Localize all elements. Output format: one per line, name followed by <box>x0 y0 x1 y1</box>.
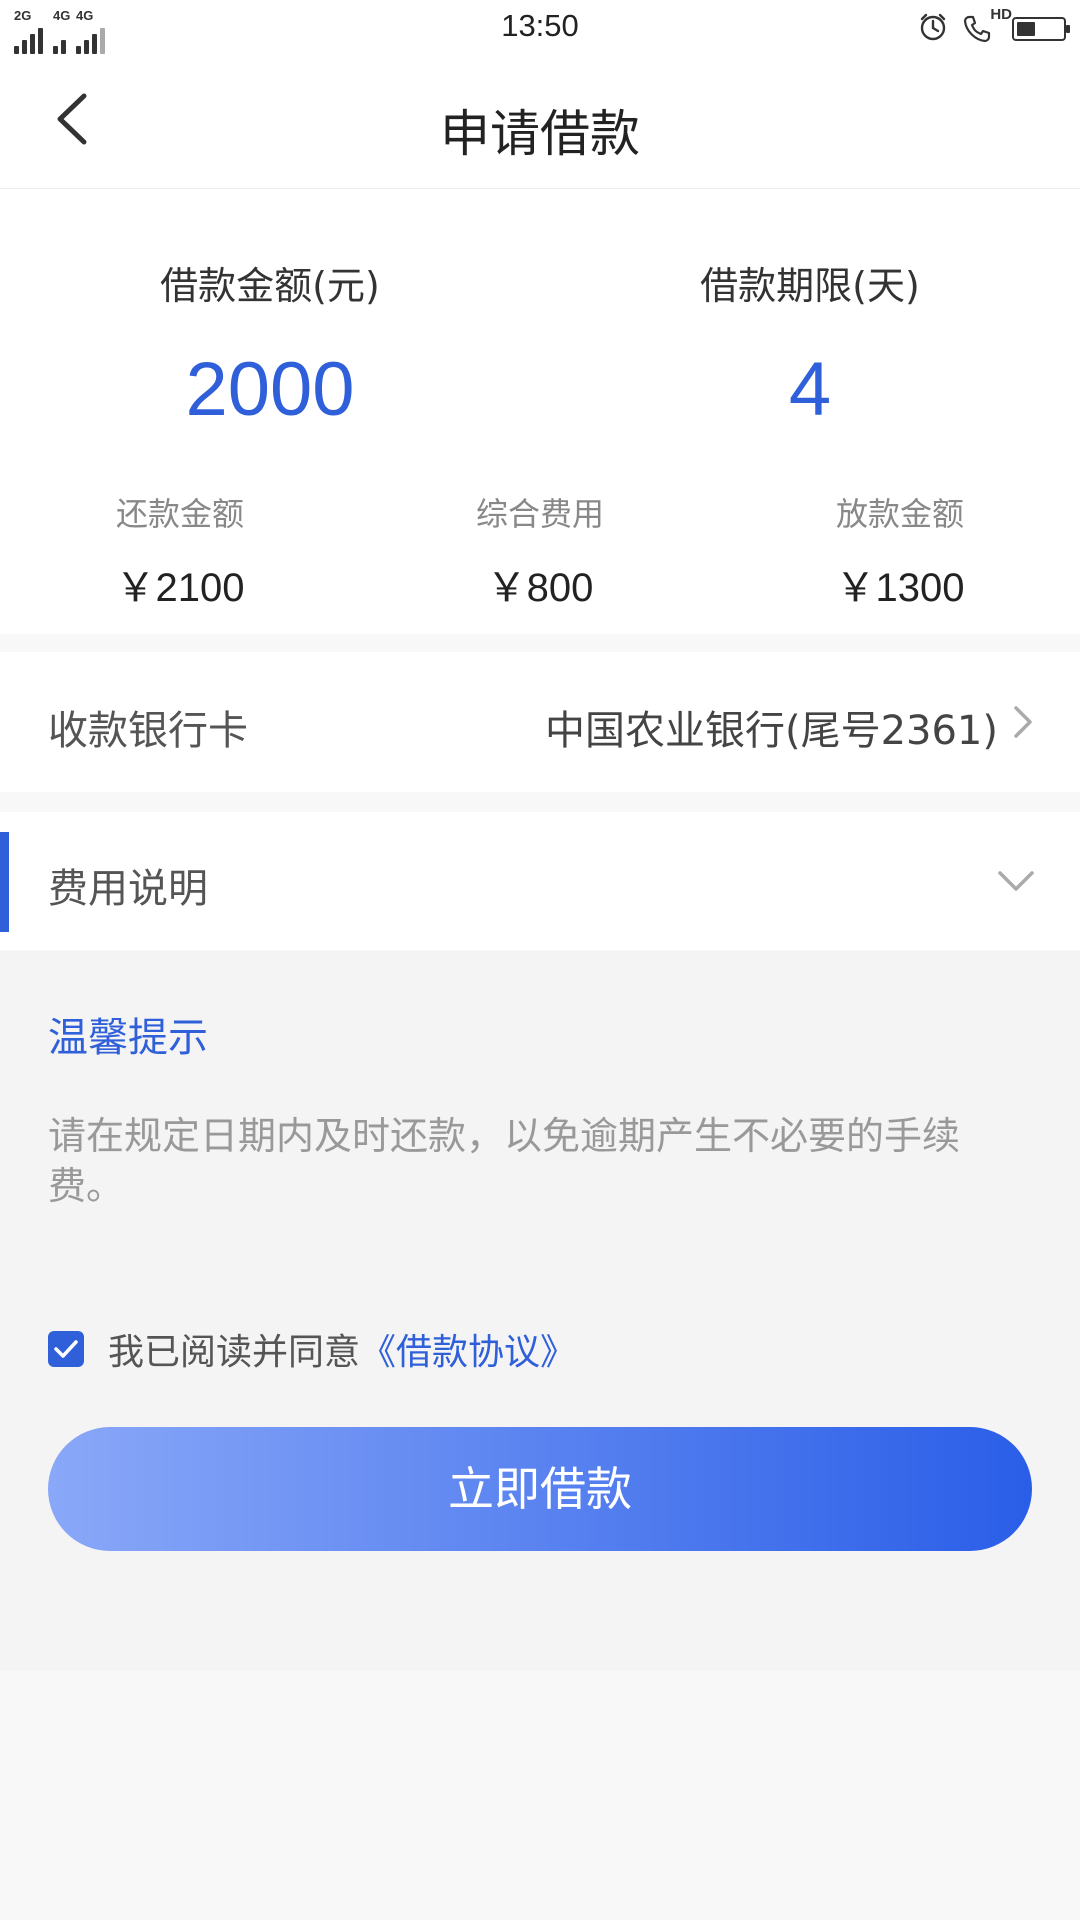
page-title: 申请借款 <box>440 105 640 163</box>
battery-icon <box>1012 17 1070 41</box>
loan-amount-label: 借款金额(元) <box>160 264 380 308</box>
repay-amount-block: 还款金额 ￥2100 <box>0 489 360 613</box>
disburse-amount-label: 放款金额 <box>835 495 964 533</box>
status-icons: HD <box>918 6 1070 46</box>
total-fee-value: ￥800 <box>486 566 594 610</box>
signal-bar-icon <box>53 46 58 54</box>
repay-amount-value: ￥2100 <box>115 566 245 610</box>
loan-term-block: 借款期限(天) 4 <box>630 255 990 433</box>
agreement-row: 我已阅读并同意 《借款协议》 <box>48 1323 576 1375</box>
hd-call-icon: HD <box>962 6 1012 44</box>
signal-bar-icon <box>14 46 19 54</box>
repay-amount-label: 还款金额 <box>115 495 244 533</box>
hd-label: HD <box>990 6 1012 23</box>
tips-section: 温馨提示 请在规定日期内及时还款，以免逾期产生不必要的手续费。 我已阅读并同意 … <box>0 951 1080 1671</box>
header: 申请借款 <box>0 56 1080 189</box>
tips-title: 温馨提示 <box>48 1015 208 1061</box>
check-icon <box>54 1340 78 1358</box>
chevron-down-icon <box>998 871 1034 891</box>
bank-card-label: 收款银行卡 <box>48 708 248 754</box>
alarm-icon <box>918 12 948 46</box>
loan-summary-card: 借款金额(元) 2000 借款期限(天) 4 还款金额 ￥2100 综合费用 ￥… <box>0 189 1080 634</box>
loan-term-label: 借款期限(天) <box>700 264 920 308</box>
bank-card-row[interactable]: 收款银行卡 中国农业银行(尾号2361) <box>0 652 1080 792</box>
bank-card-value: 中国农业银行(尾号2361) <box>544 708 998 754</box>
total-fee-block: 综合费用 ￥800 <box>360 489 720 613</box>
loan-amount-value[interactable]: 2000 <box>90 346 450 433</box>
loan-amount-block: 借款金额(元) 2000 <box>90 255 450 433</box>
accent-bar <box>0 832 9 932</box>
battery-level <box>1017 22 1035 36</box>
fee-explanation-label: 费用说明 <box>48 866 208 912</box>
loan-agreement-link[interactable]: 《借款协议》 <box>360 1323 576 1375</box>
submit-loan-button[interactable]: 立即借款 <box>48 1427 1032 1551</box>
disburse-amount-value: ￥1300 <box>835 566 965 610</box>
tips-text: 请在规定日期内及时还款，以免逾期产生不必要的手续费。 <box>48 1114 961 1208</box>
total-fee-label: 综合费用 <box>475 495 604 533</box>
loan-term-value[interactable]: 4 <box>630 346 990 433</box>
agreement-text: 我已阅读并同意 <box>108 1332 361 1373</box>
fee-explanation-row[interactable]: 费用说明 <box>0 812 1080 950</box>
chevron-right-icon <box>1014 706 1032 738</box>
disburse-amount-block: 放款金额 ￥1300 <box>720 489 1080 613</box>
agreement-checkbox[interactable] <box>48 1331 84 1367</box>
signal-bar-icon <box>76 46 81 54</box>
status-bar: 2G 4G 4G 13:50 HD <box>0 0 1080 56</box>
